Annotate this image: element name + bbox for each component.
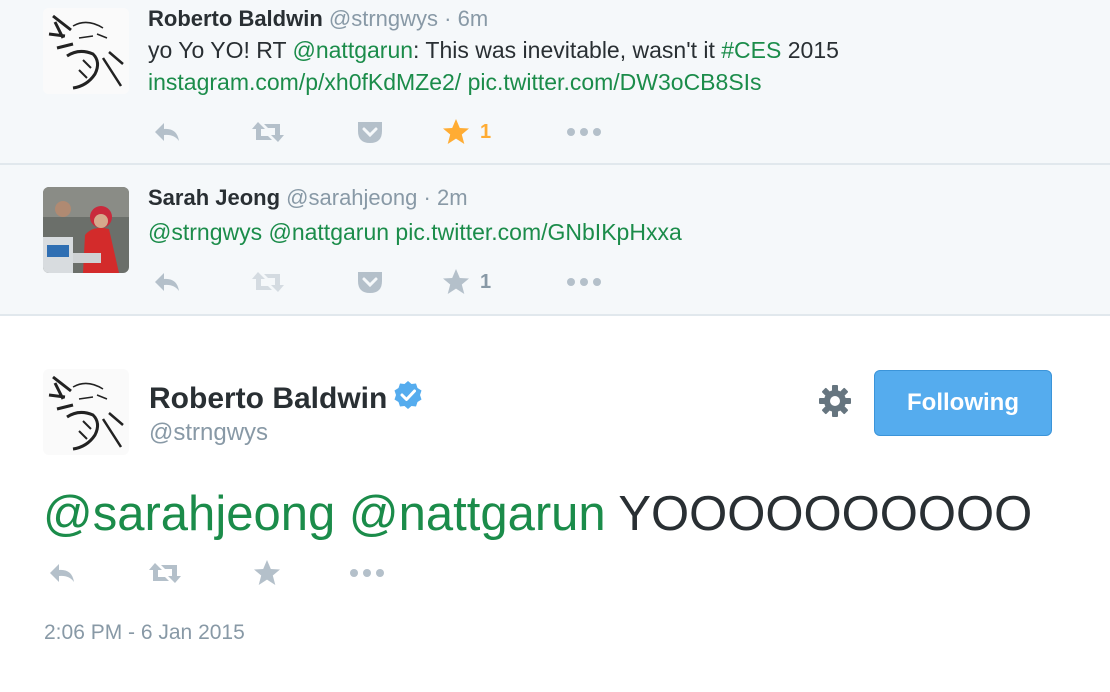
tweet-timestamp[interactable]: 2:06 PM - 6 Jan 2015 — [44, 621, 245, 645]
mention-link[interactable]: @nattgarun — [293, 37, 414, 63]
more-icon — [567, 278, 601, 286]
verified-icon — [393, 380, 423, 418]
favorite-button[interactable] — [253, 556, 281, 590]
tweet-body: YOOOOOOOOOO — [618, 487, 1033, 541]
tweet-links: instagram.com/p/xh0fKdMZe2/ pic.twitter.… — [148, 66, 762, 98]
retweet-button[interactable] — [250, 265, 286, 299]
more-button[interactable] — [566, 115, 602, 149]
separator: · — [444, 6, 452, 31]
pocket-icon — [358, 272, 382, 293]
main-tweet-text: @sarahjeong @nattgarun YOOOOOOOOOO — [43, 484, 1032, 544]
favorite-count: 1 — [480, 120, 492, 143]
retweet-button[interactable] — [250, 115, 286, 149]
favorite-count: 1 — [480, 270, 492, 293]
mention-link[interactable]: @sarahjeong — [43, 487, 335, 541]
mention-link[interactable]: @nattgarun — [268, 219, 389, 245]
retweet-icon — [252, 122, 284, 142]
tweet-actions: 1 — [148, 115, 748, 149]
favorite-button[interactable]: 1 — [442, 265, 491, 299]
stream-tweet[interactable]: Sarah Jeong @sarahjeong · 2m @strngwys @… — [0, 165, 1110, 316]
text-suffix: 2015 — [781, 37, 839, 63]
mention-link[interactable]: @strngwys — [148, 219, 262, 245]
following-button[interactable]: Following — [874, 370, 1052, 436]
retweet-button[interactable] — [147, 556, 183, 590]
tweet-text: @strngwys @nattgarun pic.twitter.com/GNb… — [148, 216, 682, 248]
star-icon — [254, 560, 280, 585]
more-button[interactable] — [566, 265, 602, 299]
tweet-text: yo Yo YO! RT @nattgarun: This was inevit… — [148, 34, 839, 66]
text-prefix: yo Yo YO! RT — [148, 37, 293, 63]
main-user-name-row: Roberto Baldwin — [149, 380, 423, 418]
tweet-time[interactable]: 2m — [437, 185, 468, 210]
tweet-header: Roberto Baldwin @strngwys · 6m — [148, 6, 488, 32]
pic-link[interactable]: pic.twitter.com/GNbIKpHxxa — [395, 219, 681, 245]
retweet-icon — [252, 272, 284, 292]
tweet-time[interactable]: 6m — [458, 6, 489, 31]
pocket-button[interactable] — [356, 265, 384, 299]
text-middle: : This was inevitable, wasn't it — [413, 37, 722, 63]
user-handle[interactable]: @strngwys — [329, 6, 438, 31]
separator: · — [423, 185, 431, 210]
star-icon — [443, 269, 469, 294]
url-link[interactable]: instagram.com/p/xh0fKdMZe2/ — [148, 69, 461, 95]
user-name[interactable]: Sarah Jeong — [148, 185, 280, 210]
reply-button[interactable] — [152, 265, 182, 299]
more-icon — [350, 569, 384, 577]
mention-link[interactable]: @nattgarun — [349, 487, 606, 541]
tweet-actions: 1 — [148, 265, 748, 299]
pocket-icon — [358, 122, 382, 143]
user-name[interactable]: Roberto Baldwin — [149, 382, 387, 416]
avatar[interactable] — [43, 187, 129, 273]
pic-link[interactable]: pic.twitter.com/DW3oCB8SIs — [468, 69, 762, 95]
star-icon — [443, 119, 469, 144]
stream-tweet[interactable]: Roberto Baldwin @strngwys · 6m yo Yo YO!… — [0, 0, 1110, 165]
user-handle[interactable]: @strngwys — [149, 419, 268, 447]
avatar[interactable] — [43, 369, 129, 455]
hashtag-link[interactable]: #CES — [721, 37, 781, 63]
pocket-button[interactable] — [356, 115, 384, 149]
tweet-actions — [43, 556, 443, 592]
more-button[interactable] — [349, 556, 385, 590]
tweet-header: Sarah Jeong @sarahjeong · 2m — [148, 185, 468, 211]
user-handle[interactable]: @sarahjeong — [286, 185, 417, 210]
reply-button[interactable] — [47, 556, 77, 590]
gear-icon — [819, 385, 851, 417]
avatar[interactable] — [43, 8, 129, 94]
reply-icon — [50, 564, 74, 582]
user-name[interactable]: Roberto Baldwin — [148, 6, 323, 31]
reply-button[interactable] — [152, 115, 182, 149]
user-actions-button[interactable] — [817, 383, 853, 424]
reply-icon — [155, 273, 179, 291]
favorite-button[interactable]: 1 — [442, 115, 491, 149]
more-icon — [567, 128, 601, 136]
reply-icon — [155, 123, 179, 141]
retweet-icon — [149, 563, 181, 583]
